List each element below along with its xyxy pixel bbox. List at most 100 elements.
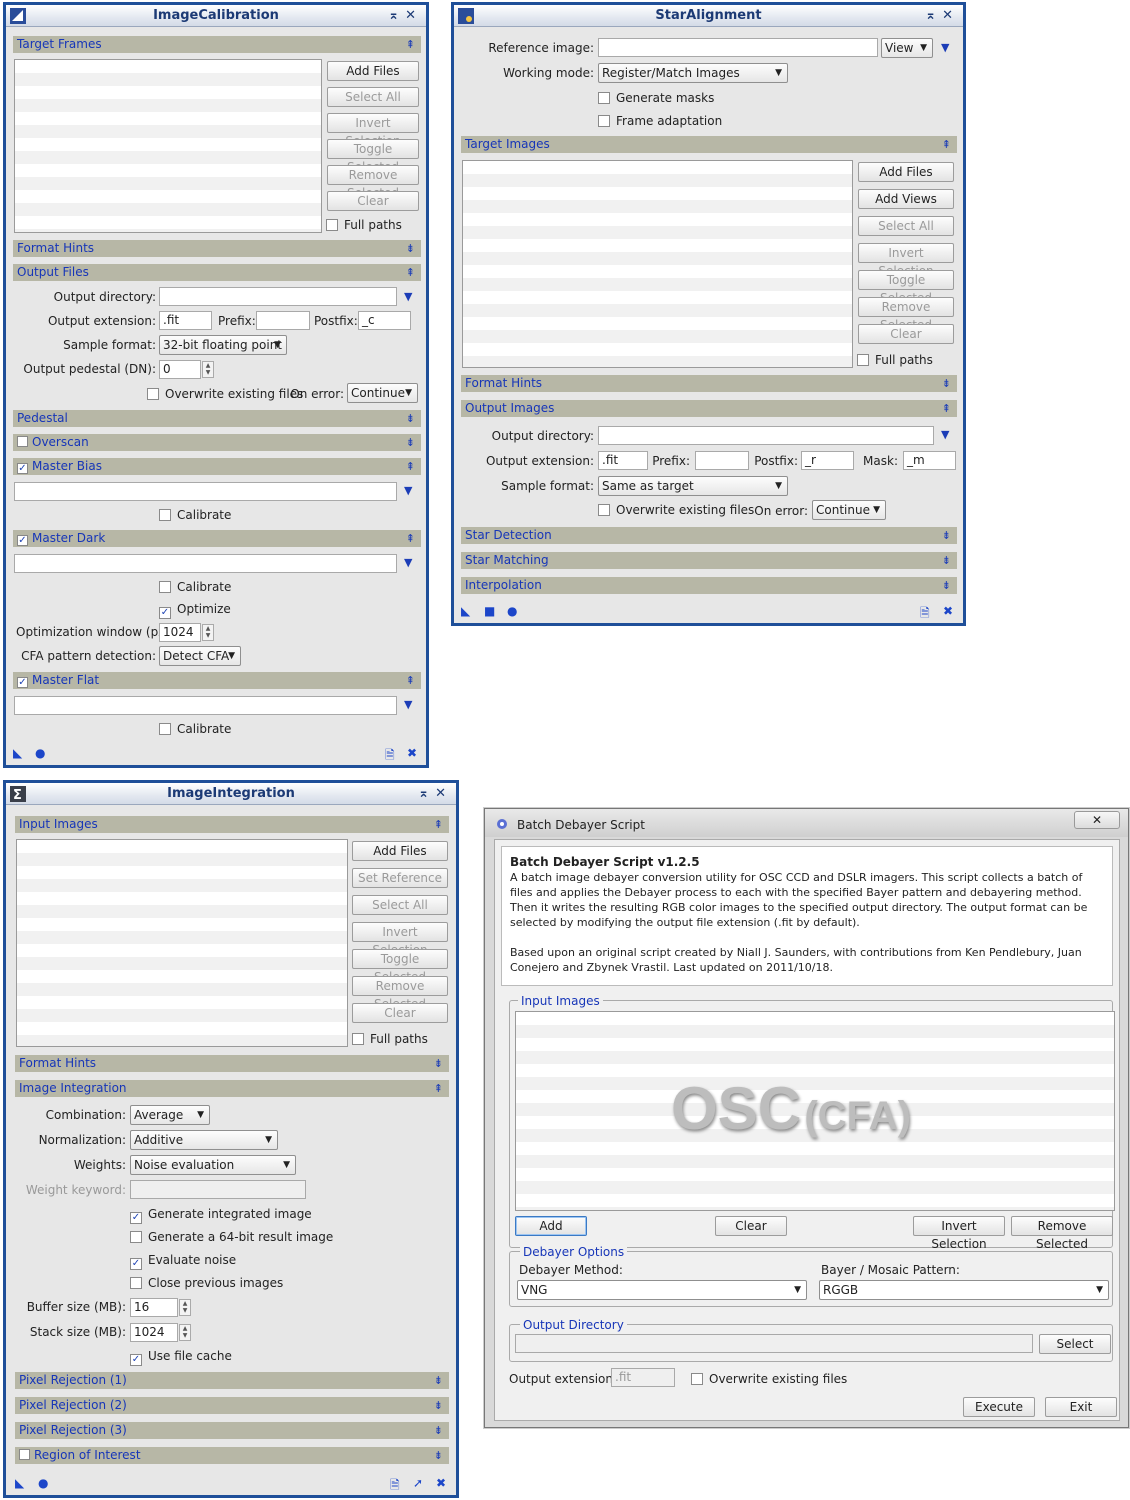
input-images-list[interactable]: OSC (CFA) bbox=[515, 1011, 1115, 1211]
reset-icon[interactable]: ✖ bbox=[943, 604, 953, 618]
add-button[interactable]: Add bbox=[515, 1216, 587, 1236]
new-instance-icon[interactable]: ◣ bbox=[13, 746, 22, 760]
optimization-window-input[interactable]: 1024 bbox=[159, 623, 201, 642]
dropdown-arrow-icon[interactable]: ▼ bbox=[404, 484, 412, 497]
documentation-icon[interactable]: 🗎 bbox=[390, 1476, 400, 1497]
remove-selected-button[interactable]: Remove Selected bbox=[858, 297, 954, 332]
view-select[interactable]: View ▼ bbox=[881, 38, 933, 58]
add-views-button[interactable]: Add Views bbox=[858, 189, 954, 209]
new-instance-icon[interactable]: ◣ bbox=[15, 1476, 24, 1490]
expand-icon[interactable]: ⇟ bbox=[434, 1422, 443, 1439]
generate-integrated-checkbox[interactable]: ✓ Generate integrated image bbox=[130, 1207, 312, 1224]
clear-button[interactable]: Clear bbox=[715, 1216, 787, 1236]
combination-select[interactable]: Average ▼ bbox=[130, 1105, 210, 1125]
master-bias-checkbox[interactable]: ✓ bbox=[17, 463, 28, 474]
section-star-matching[interactable]: Star Matching ⇟ bbox=[461, 552, 957, 569]
target-frames-list[interactable] bbox=[14, 59, 322, 233]
generate-64bit-checkbox[interactable]: Generate a 64-bit result image bbox=[130, 1230, 333, 1244]
section-format-hints[interactable]: Format Hints ⇟ bbox=[15, 1055, 449, 1072]
reset-icon[interactable]: ✖ bbox=[407, 746, 417, 760]
sample-format-select[interactable]: Same as target ▼ bbox=[598, 476, 788, 496]
expand-icon[interactable]: ⇟ bbox=[434, 1447, 443, 1464]
collapse-icon[interactable]: ⇞ bbox=[434, 1080, 443, 1097]
remove-selected-button[interactable]: Remove Selected bbox=[327, 165, 419, 200]
section-master-flat[interactable]: ✓ Master Flat ⇞ bbox=[13, 672, 421, 689]
invert-selection-button[interactable]: Invert Selection bbox=[858, 243, 954, 278]
invert-selection-button[interactable]: Invert Selection bbox=[327, 113, 419, 148]
generate-masks-checkbox[interactable]: Generate masks bbox=[598, 91, 714, 105]
dropdown-arrow-icon[interactable]: ▼ bbox=[941, 41, 949, 54]
shade-icon[interactable]: ⌅ bbox=[925, 8, 942, 23]
set-reference-button[interactable]: Set Reference bbox=[352, 868, 448, 888]
expand-icon[interactable]: ⇟ bbox=[406, 434, 415, 451]
stack-size-input[interactable]: 1024 bbox=[130, 1323, 178, 1342]
section-master-dark[interactable]: ✓ Master Dark ⇞ bbox=[13, 530, 421, 547]
master-bias-path-input[interactable] bbox=[14, 482, 397, 501]
overwrite-checkbox[interactable]: Overwrite existing files bbox=[691, 1372, 847, 1386]
title-bar[interactable]: Batch Debayer Script ✕ bbox=[485, 809, 1128, 837]
select-all-button[interactable]: Select All bbox=[327, 87, 419, 107]
section-target-frames[interactable]: Target Frames ⇞ bbox=[13, 36, 421, 53]
clear-button[interactable]: Clear bbox=[352, 1003, 448, 1023]
add-files-button[interactable]: Add Files bbox=[858, 162, 954, 182]
full-paths-checkbox[interactable]: Full paths bbox=[352, 1032, 428, 1046]
collapse-icon[interactable]: ⇞ bbox=[406, 458, 415, 475]
section-star-detection[interactable]: Star Detection ⇟ bbox=[461, 527, 957, 544]
close-icon[interactable]: ✕ bbox=[435, 786, 452, 801]
expand-icon[interactable]: ⇟ bbox=[942, 577, 951, 594]
dropdown-arrow-icon[interactable]: ▼ bbox=[404, 556, 412, 569]
on-error-select[interactable]: Continue ▼ bbox=[347, 383, 418, 403]
buffer-size-spinner[interactable]: ▲ ▼ bbox=[179, 1299, 191, 1316]
apply-global-icon[interactable]: ● bbox=[35, 746, 45, 760]
prefix-input[interactable] bbox=[695, 451, 749, 470]
section-overscan[interactable]: Overscan ⇟ bbox=[13, 434, 421, 451]
use-file-cache-checkbox[interactable]: ✓ Use file cache bbox=[130, 1349, 232, 1366]
collapse-icon[interactable]: ⇞ bbox=[406, 264, 415, 281]
target-images-list[interactable] bbox=[462, 160, 853, 368]
remove-selected-button[interactable]: Remove Selected bbox=[352, 976, 448, 1011]
on-error-select[interactable]: Continue ▼ bbox=[812, 500, 886, 520]
expand-icon[interactable]: ⇟ bbox=[942, 552, 951, 569]
section-pedestal[interactable]: Pedestal ⇟ bbox=[13, 410, 421, 427]
overscan-checkbox[interactable] bbox=[17, 436, 28, 447]
remove-selected-button[interactable]: Remove Selected bbox=[1011, 1216, 1113, 1251]
dropdown-arrow-icon[interactable]: ▼ bbox=[941, 428, 949, 441]
clear-button[interactable]: Clear bbox=[327, 191, 419, 211]
output-extension-input[interactable]: .fit bbox=[598, 451, 648, 470]
collapse-icon[interactable]: ⇞ bbox=[406, 530, 415, 547]
weights-select[interactable]: Noise evaluation ▼ bbox=[130, 1155, 296, 1175]
title-bar[interactable]: Σ ImageIntegration ⌅✕ bbox=[6, 783, 456, 805]
title-bar[interactable]: StarAlignment ⌅✕ bbox=[454, 5, 963, 27]
output-extension-input[interactable]: .fit bbox=[159, 311, 212, 330]
collapse-icon[interactable]: ⇞ bbox=[942, 136, 951, 153]
select-all-button[interactable]: Select All bbox=[858, 216, 954, 236]
exit-button[interactable]: Exit bbox=[1045, 1397, 1117, 1417]
mask-input[interactable]: _m bbox=[903, 451, 956, 470]
preferences-icon[interactable]: ➚ bbox=[413, 1476, 423, 1490]
bias-calibrate-checkbox[interactable]: Calibrate bbox=[159, 508, 231, 522]
section-pixel-rejection-2[interactable]: Pixel Rejection (2) ⇟ bbox=[15, 1397, 449, 1414]
roi-checkbox[interactable] bbox=[19, 1449, 30, 1460]
expand-icon[interactable]: ⇟ bbox=[406, 240, 415, 257]
section-input-images[interactable]: Input Images ⇞ bbox=[15, 816, 449, 833]
frame-adaptation-checkbox[interactable]: Frame adaptation bbox=[598, 114, 722, 128]
working-mode-select[interactable]: Register/Match Images ▼ bbox=[598, 63, 788, 83]
shade-icon[interactable]: ⌅ bbox=[388, 8, 405, 23]
invert-selection-button[interactable]: Invert Selection bbox=[913, 1216, 1005, 1251]
cfa-detection-select[interactable]: Detect CFA ▼ bbox=[159, 646, 241, 666]
dropdown-arrow-icon[interactable]: ▼ bbox=[404, 698, 412, 711]
dropdown-arrow-icon[interactable]: ▼ bbox=[404, 290, 412, 303]
section-pixel-rejection-3[interactable]: Pixel Rejection (3) ⇟ bbox=[15, 1422, 449, 1439]
section-master-bias[interactable]: ✓ Master Bias ⇞ bbox=[13, 458, 421, 475]
master-dark-path-input[interactable] bbox=[14, 554, 397, 573]
evaluate-noise-checkbox[interactable]: ✓ Evaluate noise bbox=[130, 1253, 236, 1270]
close-button[interactable]: ✕ bbox=[1074, 811, 1120, 829]
section-output-files[interactable]: Output Files ⇞ bbox=[13, 264, 421, 281]
documentation-icon[interactable]: 🗎 bbox=[920, 604, 930, 625]
overwrite-checkbox[interactable]: Overwrite existing files bbox=[598, 503, 754, 517]
output-directory-input[interactable] bbox=[598, 426, 934, 445]
expand-icon[interactable]: ⇟ bbox=[434, 1055, 443, 1072]
debayer-method-select[interactable]: VNG ▼ bbox=[517, 1280, 807, 1300]
expand-icon[interactable]: ⇟ bbox=[434, 1397, 443, 1414]
collapse-icon[interactable]: ⇞ bbox=[406, 36, 415, 53]
